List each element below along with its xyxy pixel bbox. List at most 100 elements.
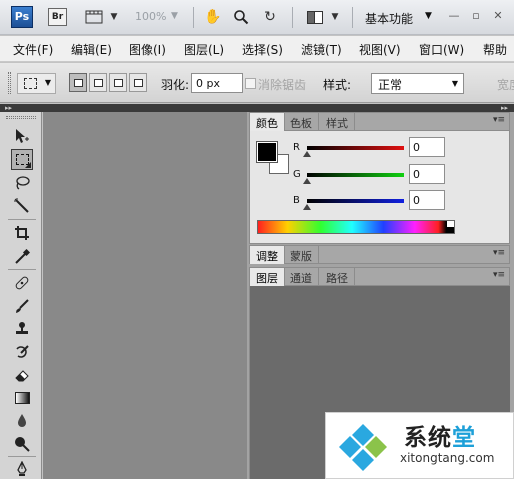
menu-filter[interactable]: 滤镜(T) <box>301 41 342 58</box>
eraser-tool-icon[interactable] <box>11 364 33 385</box>
subtract-selection-icon <box>113 78 123 87</box>
tool-separator <box>8 456 36 457</box>
document-area[interactable] <box>43 112 247 479</box>
add-selection-icon <box>93 78 103 87</box>
feather-input[interactable]: 0 px <box>191 73 243 93</box>
close-icon[interactable]: ✕ <box>491 9 505 23</box>
chevron-down-icon[interactable]: ▼ <box>425 11 432 21</box>
eyedropper-tool-icon[interactable] <box>11 246 33 267</box>
channel-g-input[interactable]: 0 <box>409 164 445 184</box>
add-to-selection-button[interactable] <box>89 73 107 92</box>
feather-label: 羽化: <box>161 78 190 92</box>
rotate-view-icon[interactable]: ↻ <box>260 7 280 27</box>
gradient-glyph <box>14 391 30 404</box>
intersect-selection-icon <box>133 78 143 87</box>
application-bar: Ps Br ▼ 100% ▼ ✋ ↻ ▼ 基本功能 ▼ — ▫ ✕ <box>0 0 514 35</box>
antialias-checkbox[interactable] <box>245 78 256 89</box>
tab-paths[interactable]: 路径 <box>320 268 355 286</box>
view-extras-icon[interactable] <box>84 7 104 27</box>
channel-r-slider[interactable] <box>307 146 404 150</box>
zoom-tool-icon[interactable] <box>231 7 251 27</box>
rectangular-marquee-icon <box>24 78 37 89</box>
channel-g-thumb[interactable] <box>303 178 311 184</box>
pen-tool-icon[interactable] <box>11 458 33 479</box>
selection-mode-group <box>69 73 147 92</box>
chevron-down-icon[interactable]: ▼ <box>104 7 124 27</box>
new-selection-button[interactable] <box>69 73 87 92</box>
expand-toolbox-icon[interactable]: ▸▸ <box>5 104 12 112</box>
antialias-label: 消除锯齿 <box>258 78 307 92</box>
magic-wand-tool-icon[interactable] <box>11 195 33 216</box>
white-swatch[interactable] <box>447 221 454 227</box>
tab-masks[interactable]: 蒙版 <box>284 246 319 264</box>
menu-file[interactable]: 文件(F) <box>13 41 53 58</box>
lasso-tool-icon[interactable] <box>11 172 33 193</box>
gradient-tool-icon[interactable] <box>11 387 33 408</box>
rectangular-marquee-tool-icon[interactable] <box>11 149 33 170</box>
restore-icon[interactable]: ▫ <box>469 9 483 23</box>
menu-select[interactable]: 选择(S) <box>242 41 283 58</box>
separator <box>292 7 293 28</box>
bridge-button[interactable]: Br <box>48 8 67 26</box>
channel-b-slider[interactable] <box>307 199 404 203</box>
tab-layers[interactable]: 图层 <box>250 268 285 286</box>
options-bar-grip[interactable] <box>8 72 11 94</box>
arrange-documents-icon[interactable] <box>305 7 325 27</box>
menu-view[interactable]: 视图(V) <box>359 41 401 58</box>
healing-brush-tool-icon[interactable] <box>11 272 33 293</box>
tab-channels[interactable]: 通道 <box>284 268 319 286</box>
watermark-title-b: 堂 <box>452 425 476 451</box>
zoom-level[interactable]: 100% <box>135 10 166 23</box>
width-label: 宽度: <box>497 78 514 92</box>
color-panel: R 0 G 0 B 0 <box>249 131 510 244</box>
brush-tool-icon[interactable] <box>11 295 33 316</box>
photoshop-window: Ps Br ▼ 100% ▼ ✋ ↻ ▼ 基本功能 ▼ — ▫ ✕ 文件(F) … <box>0 0 514 479</box>
chevron-down-icon: ▼ <box>44 78 51 87</box>
tool-separator <box>8 219 36 220</box>
channel-g-label: G <box>293 169 301 180</box>
collapse-panels-icon[interactable]: ▸▸ <box>501 104 508 112</box>
layers-panel-tabs: 图层 通道 路径 ▾≡ <box>249 267 510 286</box>
panel-menu-icon[interactable]: ▾≡ <box>493 270 505 280</box>
channel-b-thumb[interactable] <box>303 204 311 210</box>
subtract-from-selection-button[interactable] <box>109 73 127 92</box>
watermark-url: xitongtang.com <box>400 451 495 465</box>
workspace-switcher[interactable]: 基本功能 <box>365 10 413 27</box>
new-selection-icon <box>73 78 83 87</box>
hand-tool-icon[interactable]: ✋ <box>203 7 223 27</box>
panel-menu-icon[interactable]: ▾≡ <box>493 248 505 258</box>
menu-window[interactable]: 窗口(W) <box>419 41 464 58</box>
clone-stamp-tool-icon[interactable] <box>11 318 33 339</box>
minimize-icon[interactable]: — <box>447 9 461 23</box>
channel-g-slider[interactable] <box>307 173 404 177</box>
tab-swatches[interactable]: 色板 <box>284 113 319 131</box>
channel-b-label: B <box>293 195 300 206</box>
menu-help[interactable]: 帮助 <box>483 41 507 58</box>
adjustments-panel-tabs: 调整 蒙版 ▾≡ <box>249 245 510 264</box>
toolbox <box>0 112 42 479</box>
chevron-down-icon[interactable]: ▼ <box>325 7 345 27</box>
chevron-down-icon[interactable]: ▼ <box>171 11 178 21</box>
crop-tool-icon[interactable] <box>11 222 33 243</box>
intersect-selection-button[interactable] <box>129 73 147 92</box>
blur-tool-icon[interactable] <box>11 410 33 431</box>
menu-image[interactable]: 图像(I) <box>129 41 166 58</box>
panel-menu-icon[interactable]: ▾≡ <box>493 115 505 125</box>
tool-preset-picker[interactable]: ▼ <box>17 73 56 94</box>
dodge-tool-icon[interactable] <box>11 433 33 454</box>
menu-layer[interactable]: 图层(L) <box>184 41 224 58</box>
tab-styles[interactable]: 样式 <box>320 113 355 131</box>
tab-color[interactable]: 颜色 <box>250 113 285 131</box>
watermark-logo-icon <box>339 424 387 471</box>
channel-r-thumb[interactable] <box>303 151 311 157</box>
style-select[interactable]: 正常 ▼ <box>371 73 464 94</box>
move-tool-icon[interactable] <box>11 125 33 146</box>
history-brush-tool-icon[interactable] <box>11 341 33 362</box>
menu-edit[interactable]: 编辑(E) <box>71 41 112 58</box>
toolbox-grip[interactable] <box>6 116 36 119</box>
color-ramp[interactable] <box>257 220 455 234</box>
channel-r-input[interactable]: 0 <box>409 137 445 157</box>
foreground-color-swatch[interactable] <box>256 141 278 163</box>
tab-adjustments[interactable]: 调整 <box>250 246 285 264</box>
channel-b-input[interactable]: 0 <box>409 190 445 210</box>
